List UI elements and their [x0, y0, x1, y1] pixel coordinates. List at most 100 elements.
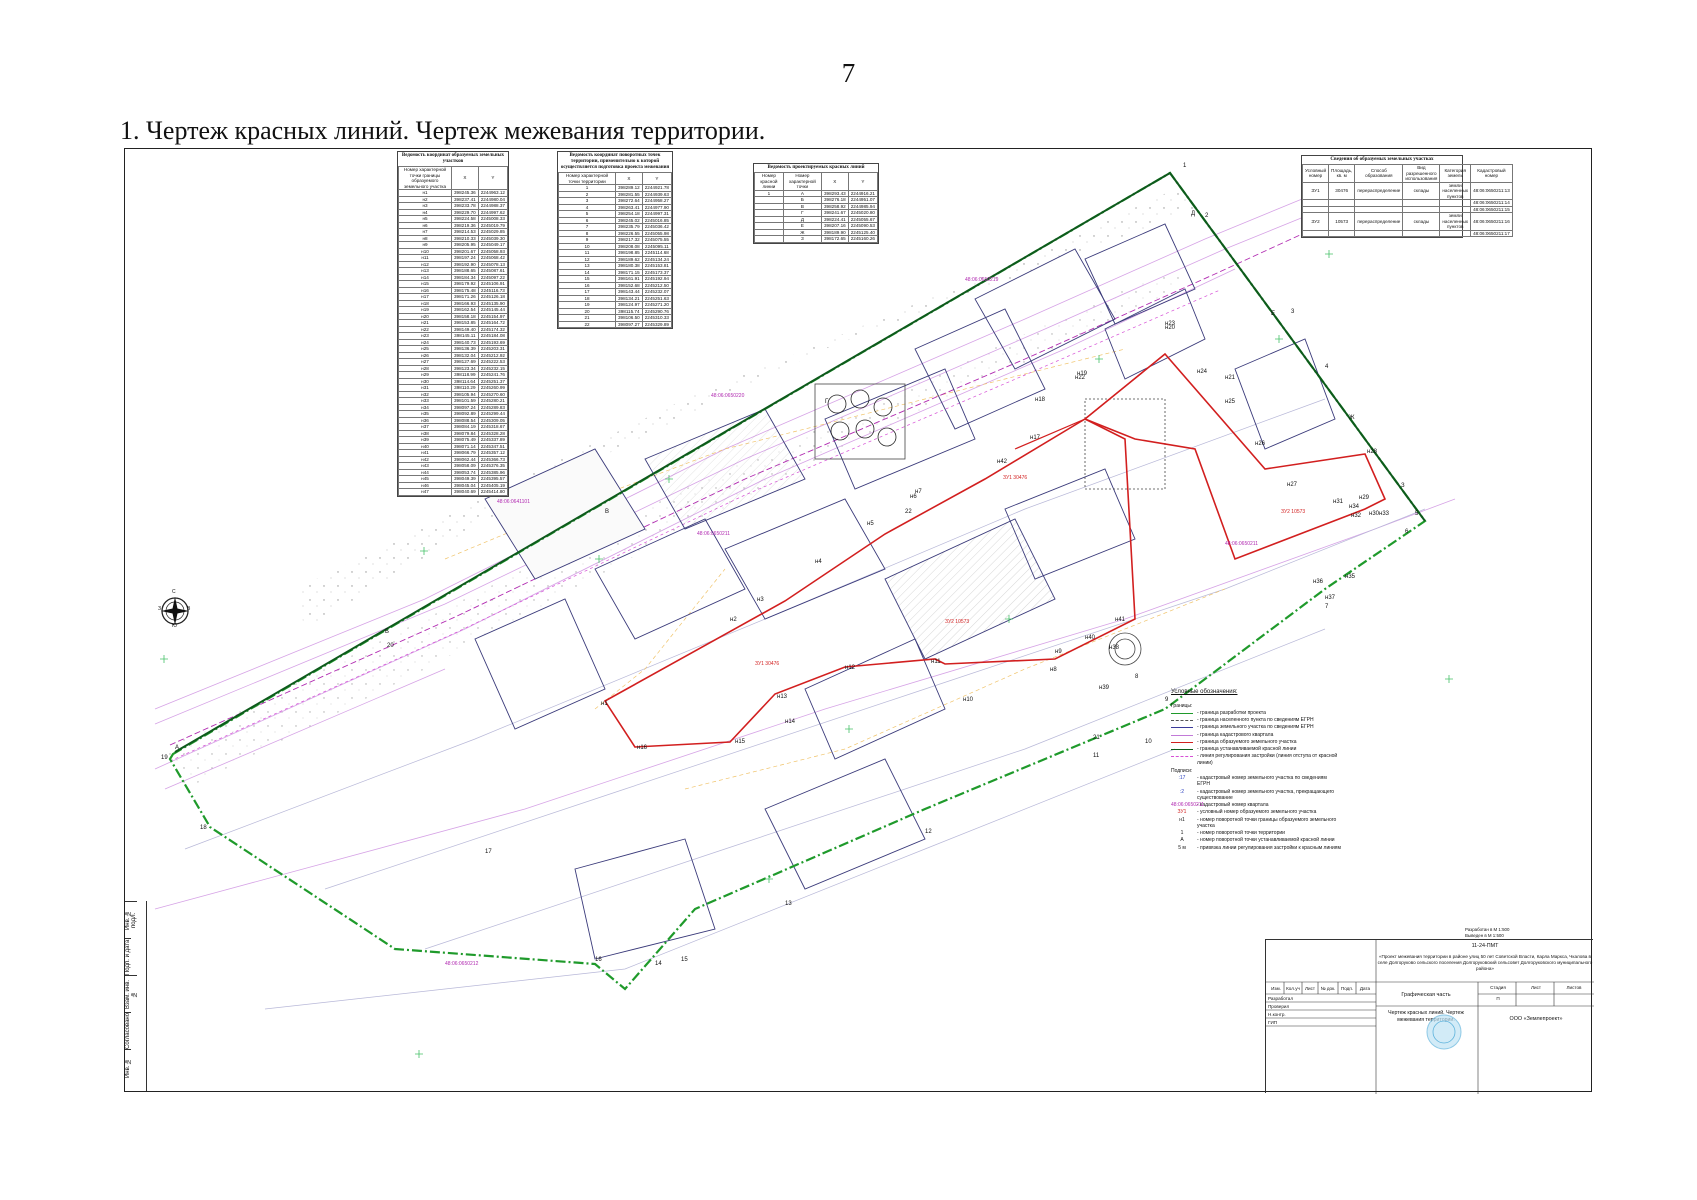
table-cell: 398071.14 [451, 442, 479, 450]
parcel-node-label: н17 [1030, 435, 1040, 441]
parcel-node-label: н37 [1325, 595, 1335, 601]
table-cell: 2245173.37 [641, 268, 673, 276]
table-cell: 398123.34 [451, 364, 479, 372]
parcel-node-label: н27 [1287, 482, 1297, 488]
table-cell: 2245153.81 [641, 262, 673, 270]
table-cell [1328, 229, 1356, 237]
legend-caption-symbol: :17 [1178, 775, 1186, 781]
territory-point-label: 20 [387, 643, 394, 649]
table-cell: 2245405.19 [477, 481, 509, 489]
legend-item: А - номер поворотной точки устанавливаемо… [1171, 837, 1341, 843]
parcel-number-label: ЗУ2 10573 [1281, 509, 1306, 515]
strip-cell: Согласовано [125, 1012, 131, 1049]
table-cell: 398040.69 [451, 488, 479, 496]
table-cell: 398184.34 [451, 273, 479, 281]
table-cell: 2244916.21 [847, 189, 879, 197]
table-cell: 398097.27 [615, 320, 643, 328]
table-cell: 2245280.21 [477, 397, 509, 405]
table-cell: 398161.91 [615, 275, 643, 283]
red-line-point-label: А [175, 745, 180, 751]
territory-point-label: 10 [1145, 739, 1152, 745]
table-cell: 2245078.13 [477, 260, 509, 268]
parcel-node-label: н13 [777, 694, 787, 700]
legend-item: 5 м - привязка линии регулирования застро… [1171, 845, 1341, 851]
legend-item: - граница разработки проекта [1171, 710, 1341, 716]
territory-point-label: 15 [681, 957, 688, 963]
table-cell: 398217.32 [615, 236, 643, 244]
legend-captions: :17 - кадастровый номер земельного участк… [1171, 775, 1341, 851]
grid-crosses [160, 250, 1453, 1058]
table-cell: 2244980.04 [477, 195, 509, 203]
table-cell: 2245114.68 [641, 249, 673, 257]
table-cell [1402, 229, 1441, 237]
table-cell: 2245134.24 [641, 255, 673, 263]
table-cell: 398062.44 [451, 455, 479, 463]
table-cell: 2244985.94 [847, 202, 879, 210]
compass-letter: Ю [172, 623, 178, 629]
table-cell: 398197.24 [451, 254, 479, 262]
table-cell: 2245068.42 [477, 254, 509, 262]
red-lines-table: Ведомость проектируемых красных линий Но… [753, 163, 879, 244]
parcel-node-label: н25 [1225, 399, 1235, 405]
table-cell: ЗУ2 [1301, 212, 1330, 231]
table-cell: 2245241.76 [477, 371, 509, 379]
legend-label: - номер поворотной точки устанавливаемой… [1197, 837, 1335, 844]
territory-point-label: 11 [1093, 753, 1100, 759]
table-cell: 2245414.80 [477, 488, 509, 496]
parcel-node-label: н29 [1359, 495, 1369, 501]
legend-line-symbol [1171, 717, 1193, 723]
table-cell: 398166.93 [451, 299, 479, 307]
legend-label: - кадастровый номер земельного участка, … [1197, 788, 1335, 801]
table-cell: 2245016.85 [641, 216, 673, 224]
legend-item: :2 - кадастровый номер земельного участка… [1171, 789, 1341, 802]
table-cell: 48:06:0650211:13 [1470, 181, 1513, 200]
table-cell: ЗУ1 [1301, 181, 1330, 200]
table-cell: 2245055.98 [641, 229, 673, 237]
legend-label: - граница разработки проекта [1197, 709, 1266, 716]
table-cell: 398198.85 [615, 249, 643, 257]
table-title: Ведомость координат образуемых земельных… [401, 153, 505, 164]
table-cell: 10573 [1328, 212, 1356, 231]
company-seal-icon [1426, 1014, 1462, 1050]
territory-point-label: 1 [1183, 163, 1187, 169]
territory-point-label: 14 [655, 961, 662, 967]
legend-caption-symbol: 1 [1180, 830, 1184, 836]
table-cell: перераспределение [1354, 212, 1404, 231]
parcel-node-label: н22 [1075, 375, 1085, 381]
table-cell: 398180.38 [615, 262, 643, 270]
table-cell: 2245222.53 [477, 358, 509, 366]
parcel-node-label: н28 [1367, 449, 1377, 455]
legend-caption-symbol: н1 [1179, 816, 1185, 823]
table-cell: 2245164.72 [477, 319, 509, 327]
legend-line-symbol [1171, 710, 1193, 716]
table-cell: 398258.92 [820, 202, 849, 210]
legend-item: :17 - кадастровый номер земельного участк… [1171, 775, 1341, 788]
table-cell: 48:06:0650211:15 [1470, 205, 1513, 213]
table-cell: 2245212.50 [641, 281, 673, 289]
legend-items: - граница разработки проекта - граница на… [1171, 710, 1341, 766]
table-cell: 398127.69 [451, 358, 479, 366]
table-cell: 398092.89 [451, 410, 479, 418]
parcel-node-label: н32 [1351, 513, 1361, 519]
legend-item: 1 - номер поворотной точки территории [1171, 830, 1341, 836]
table-cell: 398226.55 [615, 229, 643, 237]
parcel-node-label: н8 [1050, 667, 1057, 673]
table-cell: 2245039.30 [477, 234, 509, 242]
parcel-node-label: н40 [1085, 635, 1095, 641]
table-cell: склады [1402, 181, 1441, 200]
table-cell: перераспределение [1354, 181, 1404, 200]
legend-caption-symbol: :2 [1179, 788, 1185, 795]
legend-label: - кадастровый номер земельного участка п… [1197, 775, 1327, 788]
table-row: ЗУ1 30476 перераспределение склады земли нас… [1301, 181, 1513, 200]
table-cell: 2245049.17 [477, 241, 509, 249]
table-cell: 2245357.12 [477, 449, 509, 457]
legend-item: 48:06:0650211- кадастровый номер квартал… [1171, 802, 1341, 808]
table-cell: 2245310.33 [641, 314, 673, 322]
legend-caption-symbol: А [1180, 837, 1184, 844]
parcel-node-label: н24 [1197, 369, 1207, 375]
table-cell: 398205.95 [451, 241, 479, 249]
legend: Условные обозначения: Границы: - граница… [1171, 689, 1341, 852]
table-body: Условный номер Площадь, кв. м Способ образ… [1301, 164, 1513, 237]
legend-line-symbol [1171, 739, 1193, 745]
table-cell: 398172.65 [820, 235, 849, 243]
